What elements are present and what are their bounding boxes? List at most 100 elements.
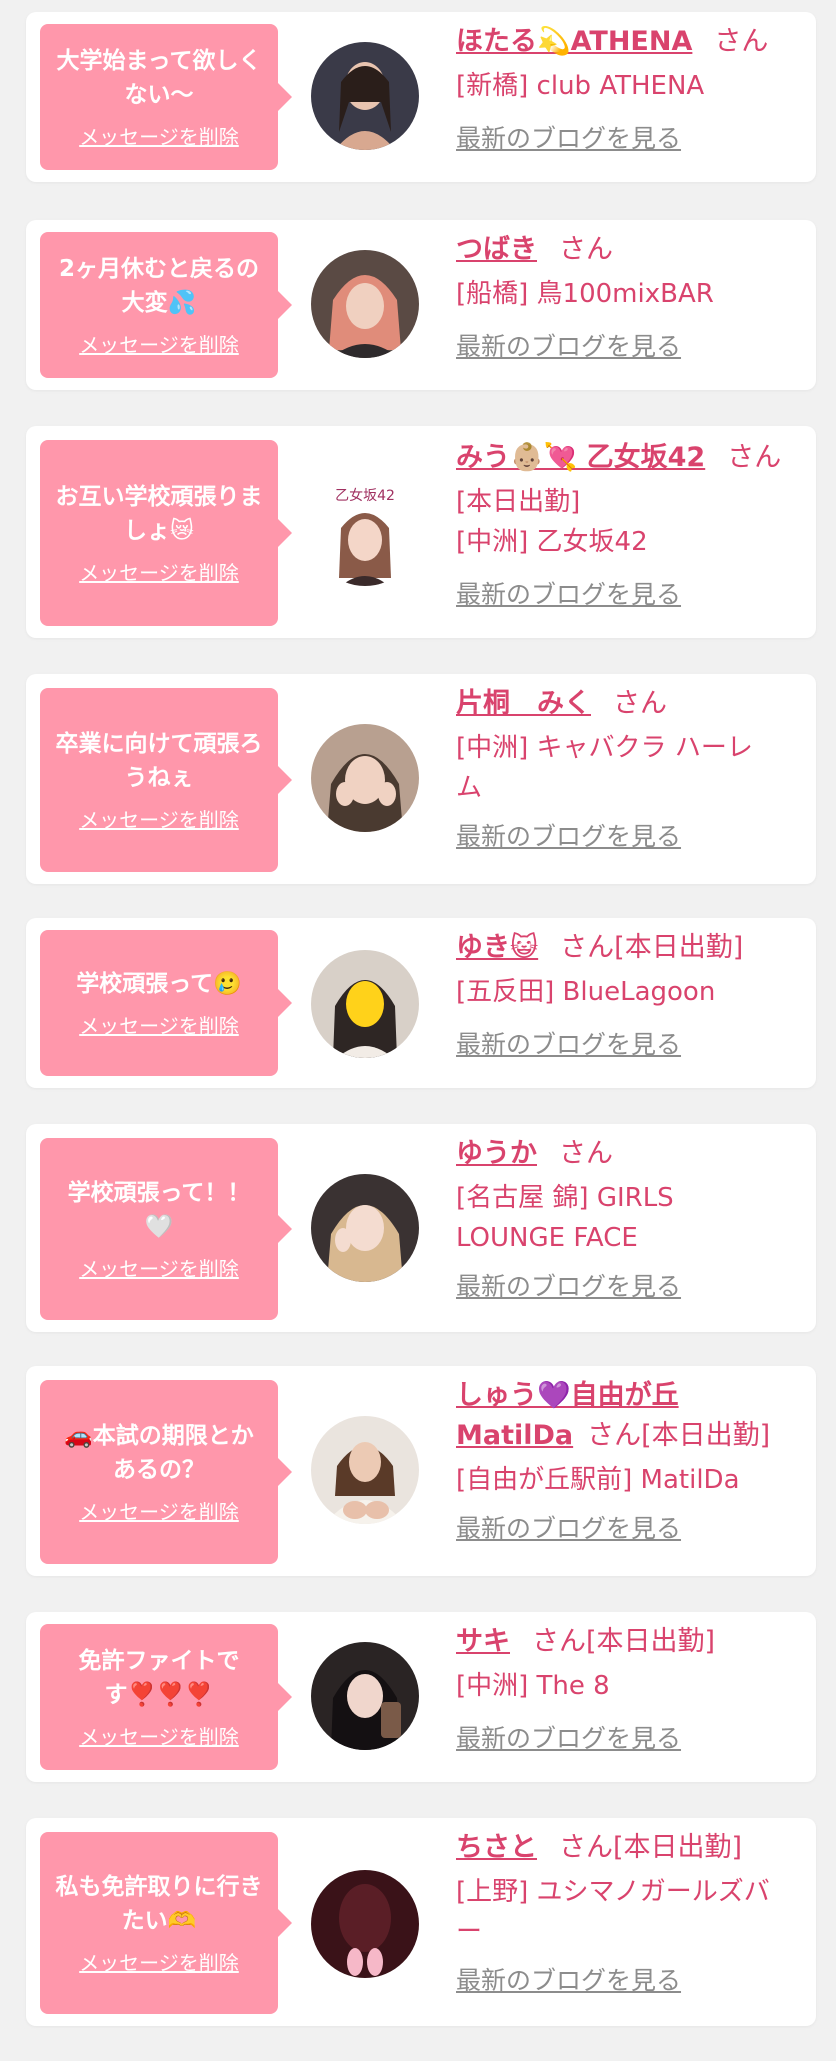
shop-line: [名古屋 錦] GIRLS [456, 1183, 674, 1213]
user-name-link[interactable]: みう👶🏼💘 乙女坂42 [456, 442, 705, 473]
user-name-link[interactable]: サキ [456, 1626, 510, 1657]
message-card: 学校頑張って🥲 メッセージを削除 ゆき😺 さん[本日出勤] [五反田] BlueL… [26, 918, 816, 1088]
avatar[interactable] [311, 950, 419, 1058]
message-card: 2ヶ月休むと戻るの大変💦 メッセージを削除 つばき さん [船橋] 鳥100mix… [26, 220, 816, 390]
latest-blog-link[interactable]: 最新のブログを見る [456, 820, 681, 854]
shop-line: [船橋] 鳥100mixBAR [456, 279, 714, 309]
user-info: ゆき😺 さん[本日出勤] [五反田] BlueLagoon 最新のブログを見る [456, 928, 804, 1062]
honorific: さん [559, 1832, 613, 1863]
shop-line: [中洲] The 8 [456, 1671, 610, 1701]
delete-message-link[interactable]: メッセージを削除 [79, 1256, 239, 1282]
honorific: さん [714, 26, 769, 57]
work-today-tag: [本日出勤] [613, 1832, 743, 1863]
shop-line-cont: ム [456, 773, 483, 803]
honorific: さん [587, 1420, 642, 1451]
user-name-link[interactable]: ゆうか [456, 1138, 537, 1169]
user-name-link[interactable]: ほたる💫ATHENA [456, 26, 692, 57]
honorific: さん [727, 442, 782, 473]
avatar[interactable] [311, 1870, 419, 1978]
work-today-tag: [本日出勤] [614, 932, 744, 963]
message-card: 🚗本試の期限とかあるの？ メッセージを削除 しゅう💜自由が丘 MatilDa さん… [26, 1366, 816, 1576]
delete-message-link[interactable]: メッセージを削除 [79, 332, 239, 358]
latest-blog-link[interactable]: 最新のブログを見る [456, 122, 681, 156]
latest-blog-link[interactable]: 最新のブログを見る [456, 1270, 681, 1304]
message-card: 卒業に向けて頑張ろうねぇ メッセージを削除 片桐 みく さん [中洲] キャバクラ… [26, 674, 816, 884]
message-text: 大学始まって欲しくない〜 [56, 48, 262, 108]
honorific: さん [559, 1138, 613, 1169]
message-card: 大学始まって欲しくない〜 メッセージを削除 ほたる💫ATHENA さん [新橋] … [26, 12, 816, 182]
user-name-link-cont[interactable]: MatilDa [456, 1420, 573, 1451]
message-bubble: 免許ファイトです❣️❣️❣️ メッセージを削除 [40, 1624, 292, 1770]
delete-message-link[interactable]: メッセージを削除 [79, 1013, 239, 1039]
delete-message-link[interactable]: メッセージを削除 [79, 1499, 239, 1525]
latest-blog-link[interactable]: 最新のブログを見る [456, 330, 681, 364]
message-text: 免許ファイトです❣️❣️❣️ [78, 1648, 240, 1708]
user-name-link[interactable]: しゅう💜自由が丘 [456, 1380, 679, 1411]
message-bubble: 大学始まって欲しくない〜 メッセージを削除 [40, 24, 292, 170]
avatar[interactable] [311, 724, 419, 832]
shop-line: [中洲] キャバクラ ハーレ [456, 733, 753, 763]
shop-line: [五反田] BlueLagoon [456, 977, 716, 1007]
message-card: お互い学校頑張りましょ😿 メッセージを削除 乙女坂42 みう👶🏼💘 乙女坂42 さ… [26, 426, 816, 638]
latest-blog-link[interactable]: 最新のブログを見る [456, 1722, 681, 1756]
avatar[interactable] [311, 42, 419, 150]
message-text: 卒業に向けて頑張ろうねぇ [55, 731, 263, 791]
message-bubble: 🚗本試の期限とかあるの？ メッセージを削除 [40, 1380, 292, 1564]
message-text: お互い学校頑張りましょ😿 [55, 484, 263, 544]
latest-blog-link[interactable]: 最新のブログを見る [456, 1512, 681, 1546]
latest-blog-link[interactable]: 最新のブログを見る [456, 1964, 681, 1998]
message-bubble: 学校頑張って🥲 メッセージを削除 [40, 930, 292, 1076]
user-info: しゅう💜自由が丘 MatilDa さん[本日出勤] [自由が丘駅前] MatilD… [456, 1376, 804, 1546]
message-card: 免許ファイトです❣️❣️❣️ メッセージを削除 サキ さん[本日出勤] [中洲] … [26, 1612, 816, 1782]
message-text: 🚗本試の期限とかあるの？ [64, 1423, 254, 1483]
honorific: さん [559, 234, 613, 265]
user-name-link[interactable]: ちさと [456, 1832, 537, 1863]
user-info: 片桐 みく さん [中洲] キャバクラ ハーレ ム 最新のブログを見る [456, 684, 804, 854]
latest-blog-link[interactable]: 最新のブログを見る [456, 1028, 681, 1062]
message-card: 私も免許取りに行きたい🫶 メッセージを削除 ちさと さん[本日出勤] [上野] ユ… [26, 1818, 816, 2026]
message-text: 2ヶ月休むと戻るの大変💦 [58, 256, 259, 316]
message-bubble: 私も免許取りに行きたい🫶 メッセージを削除 [40, 1832, 292, 2014]
user-info: ゆうか さん [名古屋 錦] GIRLS LOUNGE FACE 最新のブログを見… [456, 1134, 804, 1304]
shop-line-cont: ー [456, 1917, 483, 1947]
user-info: ちさと さん[本日出勤] [上野] ユシマノガールズバ ー 最新のブログを見る [456, 1828, 804, 1998]
user-info: ほたる💫ATHENA さん [新橋] club ATHENA 最新のブログを見る [456, 22, 804, 156]
avatar[interactable] [311, 1416, 419, 1524]
message-bubble: お互い学校頑張りましょ😿 メッセージを削除 [40, 440, 292, 626]
user-name-link[interactable]: つばき [456, 234, 537, 265]
shop-line: [中洲] 乙女坂42 [456, 527, 648, 557]
delete-message-link[interactable]: メッセージを削除 [79, 1724, 239, 1750]
message-bubble: 卒業に向けて頑張ろうねぇ メッセージを削除 [40, 688, 292, 872]
delete-message-link[interactable]: メッセージを削除 [79, 124, 239, 150]
user-info: サキ さん[本日出勤] [中洲] The 8 最新のブログを見る [456, 1622, 804, 1756]
avatar[interactable]: 乙女坂42 [311, 478, 419, 586]
message-text: 私も免許取りに行きたい🫶 [55, 1874, 263, 1934]
avatar[interactable] [311, 250, 419, 358]
avatar[interactable] [311, 1642, 419, 1750]
user-info: つばき さん [船橋] 鳥100mixBAR 最新のブログを見る [456, 230, 804, 364]
delete-message-link[interactable]: メッセージを削除 [79, 807, 239, 833]
message-text: 学校頑張って🥲 [76, 971, 242, 997]
message-card: 学校頑張って！！🤍 メッセージを削除 ゆうか さん [名古屋 錦] GIRLS L… [26, 1124, 816, 1332]
shop-line: [新橋] club ATHENA [456, 71, 705, 101]
message-text: 学校頑張って！！🤍 [67, 1180, 251, 1240]
shop-line: [上野] ユシマノガールズバ [456, 1877, 770, 1907]
user-info: みう👶🏼💘 乙女坂42 さん [本日出勤] [中洲] 乙女坂42 最新のブログを見… [456, 438, 804, 612]
honorific: さん [560, 932, 615, 963]
honorific: さん [613, 688, 667, 719]
honorific: さん [532, 1626, 586, 1657]
status-line: [本日出勤] [456, 487, 581, 517]
shop-line: [自由が丘駅前] MatilDa [456, 1465, 740, 1495]
avatar[interactable] [311, 1174, 419, 1282]
delete-message-link[interactable]: メッセージを削除 [79, 1950, 239, 1976]
message-bubble: 学校頑張って！！🤍 メッセージを削除 [40, 1138, 292, 1320]
latest-blog-link[interactable]: 最新のブログを見る [456, 578, 681, 612]
shop-line-cont: LOUNGE FACE [456, 1223, 638, 1253]
work-today-tag: [本日出勤] [641, 1420, 771, 1451]
user-name-link[interactable]: 片桐 みく [456, 688, 591, 719]
message-bubble: 2ヶ月休むと戻るの大変💦 メッセージを削除 [40, 232, 292, 378]
work-today-tag: [本日出勤] [586, 1626, 716, 1657]
svg-text:乙女坂42: 乙女坂42 [335, 487, 395, 504]
user-name-link[interactable]: ゆき😺 [456, 932, 538, 963]
delete-message-link[interactable]: メッセージを削除 [79, 560, 239, 586]
